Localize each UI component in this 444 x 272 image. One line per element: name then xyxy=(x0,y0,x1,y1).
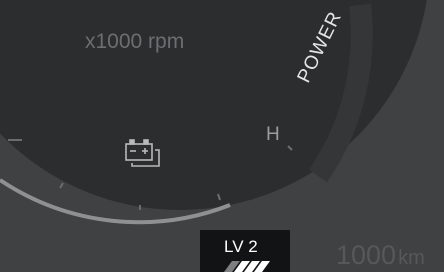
instrument-cluster: x1000 rpm POWER H 1000 km LV 2 xyxy=(0,0,427,272)
odometer-value: 1000 xyxy=(336,240,396,270)
odometer-unit: km xyxy=(398,247,425,269)
rpm-unit-label: x1000 rpm xyxy=(85,30,184,53)
odometer-readout: 1000 km xyxy=(336,240,425,270)
dial-tick xyxy=(59,182,64,189)
temp-high-label: H xyxy=(266,124,280,145)
level-label: LV 2 xyxy=(224,237,258,256)
